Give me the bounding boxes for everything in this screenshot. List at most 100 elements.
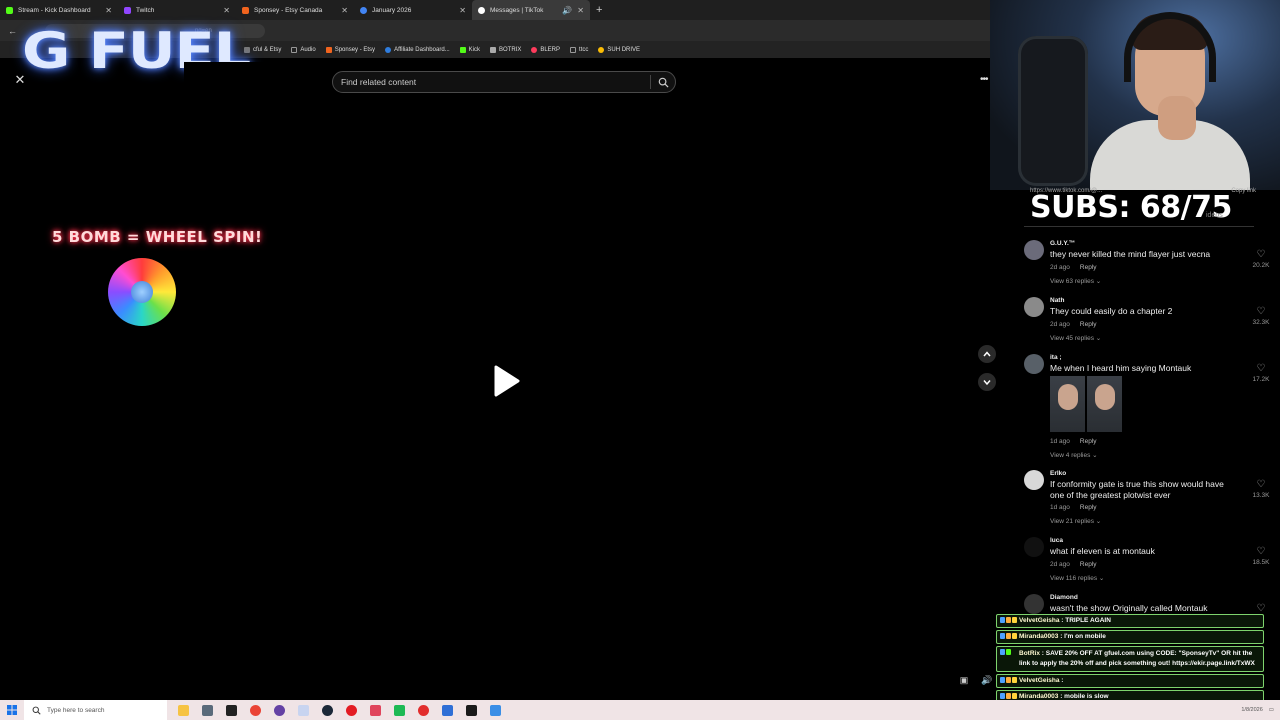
comment-username[interactable]: Diamond — [1050, 594, 1078, 601]
chat-username: BotRix — [1019, 650, 1040, 657]
close-tab-icon[interactable]: ✕ — [459, 6, 466, 15]
play-icon[interactable] — [490, 364, 522, 398]
like-count: 17.2K — [1252, 376, 1270, 383]
tab-tiktok-messages[interactable]: Messages | TikTok 🔊 ✕ — [472, 0, 590, 20]
bookmark-item[interactable]: BLERP — [531, 46, 560, 53]
close-tab-icon[interactable]: ✕ — [223, 6, 230, 15]
close-tab-icon[interactable]: ✕ — [577, 6, 584, 15]
app-icon[interactable] — [223, 702, 240, 719]
bookmark-item[interactable]: Kick — [459, 46, 480, 53]
file-explorer-icon[interactable] — [175, 702, 192, 719]
tab-twitch[interactable]: Twitch ✕ — [118, 0, 236, 20]
comment-username[interactable]: luca — [1050, 537, 1063, 544]
reply-button[interactable]: Reply — [1080, 561, 1097, 568]
reply-button[interactable]: Reply — [1080, 321, 1097, 328]
chrome-icon[interactable] — [247, 702, 264, 719]
tab-january-2026[interactable]: January 2026 ✕ — [354, 0, 472, 20]
comment-username[interactable]: ita ; — [1050, 354, 1062, 361]
heart-icon: ♡ — [1256, 363, 1266, 374]
comment-image — [1050, 376, 1085, 432]
tab-title: Stream - Kick Dashboard — [18, 6, 91, 14]
app-icon[interactable] — [415, 702, 432, 719]
chevron-up-icon[interactable] — [978, 345, 996, 363]
avatar[interactable] — [1024, 470, 1044, 490]
bookmark-item[interactable]: Affiliate Dashboard... — [385, 46, 450, 53]
volume-icon[interactable]: 🔊 — [980, 673, 994, 687]
copy-link-button[interactable]: Copy link — [1231, 188, 1256, 194]
chat-badges — [1000, 693, 1017, 699]
app-icon[interactable] — [391, 702, 408, 719]
reply-button[interactable]: Reply — [1080, 504, 1097, 511]
comment-username[interactable]: Erlko — [1050, 470, 1066, 477]
app-icon[interactable] — [367, 702, 384, 719]
view-replies-button[interactable]: View 45 replies ⌄ — [1050, 334, 1101, 342]
app-icon[interactable] — [487, 702, 504, 719]
app-icon[interactable] — [439, 702, 456, 719]
view-replies-button[interactable]: View 21 replies ⌄ — [1050, 517, 1101, 525]
opera-icon[interactable] — [343, 702, 360, 719]
view-replies-button[interactable]: View 63 replies ⌄ — [1050, 277, 1101, 285]
view-replies-button[interactable]: View 4 replies ⌄ — [1050, 451, 1098, 459]
avatar[interactable] — [1024, 240, 1044, 260]
like-button[interactable]: ♡ — [1246, 604, 1276, 614]
taskbar-search[interactable]: Type here to search — [24, 700, 167, 720]
back-arrow-icon[interactable]: ← — [8, 26, 17, 36]
bookmark-item[interactable]: ttcc — [570, 46, 588, 53]
comment-text: they never killed the mind flayer just v… — [1050, 249, 1211, 259]
more-options-icon[interactable]: ••• — [980, 74, 988, 85]
comment-text: If conformity gate is true this show wou… — [1050, 479, 1224, 500]
like-button[interactable]: ♡ 20.2K — [1246, 250, 1276, 270]
chevron-down-icon[interactable] — [978, 373, 996, 391]
related-search-input[interactable] — [341, 77, 650, 87]
avatar[interactable] — [1024, 297, 1044, 317]
tab-etsy[interactable]: Sponsey - Etsy Canada ✕ — [236, 0, 354, 20]
app-icon[interactable] — [271, 702, 288, 719]
avatar[interactable] — [1024, 354, 1044, 374]
like-button[interactable]: ♡ 17.2K — [1246, 363, 1276, 384]
videos-tab-fragment[interactable]: ideos — [1206, 212, 1223, 219]
reply-button[interactable]: Reply — [1080, 264, 1097, 271]
comment-image-attachment[interactable] — [1050, 376, 1122, 432]
terminal-icon[interactable] — [463, 702, 480, 719]
app-icon[interactable] — [199, 702, 216, 719]
steam-icon[interactable] — [319, 702, 336, 719]
notification-icon[interactable]: ▭ — [1269, 707, 1274, 713]
view-replies-button[interactable]: View 116 replies ⌄ — [1050, 574, 1104, 582]
audio-playing-icon[interactable]: 🔊 — [562, 6, 572, 15]
comment-meta: 2d ago Reply — [1050, 561, 1097, 568]
affiliate-icon — [385, 46, 392, 53]
reply-button[interactable]: Reply — [1080, 438, 1097, 445]
like-button[interactable]: ♡ 13.3K — [1246, 480, 1276, 500]
like-button[interactable]: ♡ 32.3K — [1246, 306, 1276, 327]
chevron-down-icon: ⌄ — [1098, 575, 1105, 582]
heart-icon: ♡ — [1256, 306, 1266, 317]
chevron-down-icon: ⌄ — [1092, 452, 1098, 459]
avatar[interactable] — [1024, 537, 1044, 557]
comment-meta: 1d ago Reply — [1050, 504, 1097, 511]
comment-username[interactable]: G.U.Y.™ — [1050, 240, 1075, 247]
wheel-spin-banner: 5 BOMB = WHEEL SPIN! — [52, 228, 263, 246]
close-tab-icon[interactable]: ✕ — [341, 6, 348, 15]
search-icon[interactable] — [651, 72, 675, 92]
gaming-chair — [1018, 36, 1088, 186]
bookmark-item[interactable]: BOTRIX — [490, 46, 521, 53]
chevron-down-icon: ⌄ — [1095, 518, 1102, 525]
close-tab-icon[interactable]: ✕ — [105, 6, 112, 15]
clock[interactable]: 1/8/2026 — [1241, 707, 1262, 714]
picture-in-picture-icon[interactable]: ▣ — [957, 673, 971, 687]
tab-kick-dashboard[interactable]: Stream - Kick Dashboard ✕ — [0, 0, 118, 20]
comment-item: Diamond wasn't the show Originally calle… — [1024, 594, 1274, 614]
comment-username[interactable]: Nath — [1050, 297, 1064, 304]
bookmark-item[interactable]: Audio — [291, 46, 316, 53]
avatar[interactable] — [1024, 594, 1044, 614]
comment-text: what if eleven is at montauk — [1050, 546, 1155, 556]
comment-image — [1087, 376, 1122, 432]
bookmark-item[interactable]: SUH DRIVE — [598, 46, 640, 53]
close-icon[interactable]: ✕ — [12, 72, 28, 88]
like-button[interactable]: ♡ 18.5K — [1246, 547, 1276, 567]
app-icon[interactable] — [295, 702, 312, 719]
chevron-down-icon: ⌄ — [1095, 278, 1102, 285]
windows-start-icon[interactable] — [0, 700, 24, 720]
new-tab-icon[interactable]: + — [596, 4, 602, 16]
bookmark-item[interactable]: Sponsey - Etsy — [325, 46, 375, 53]
